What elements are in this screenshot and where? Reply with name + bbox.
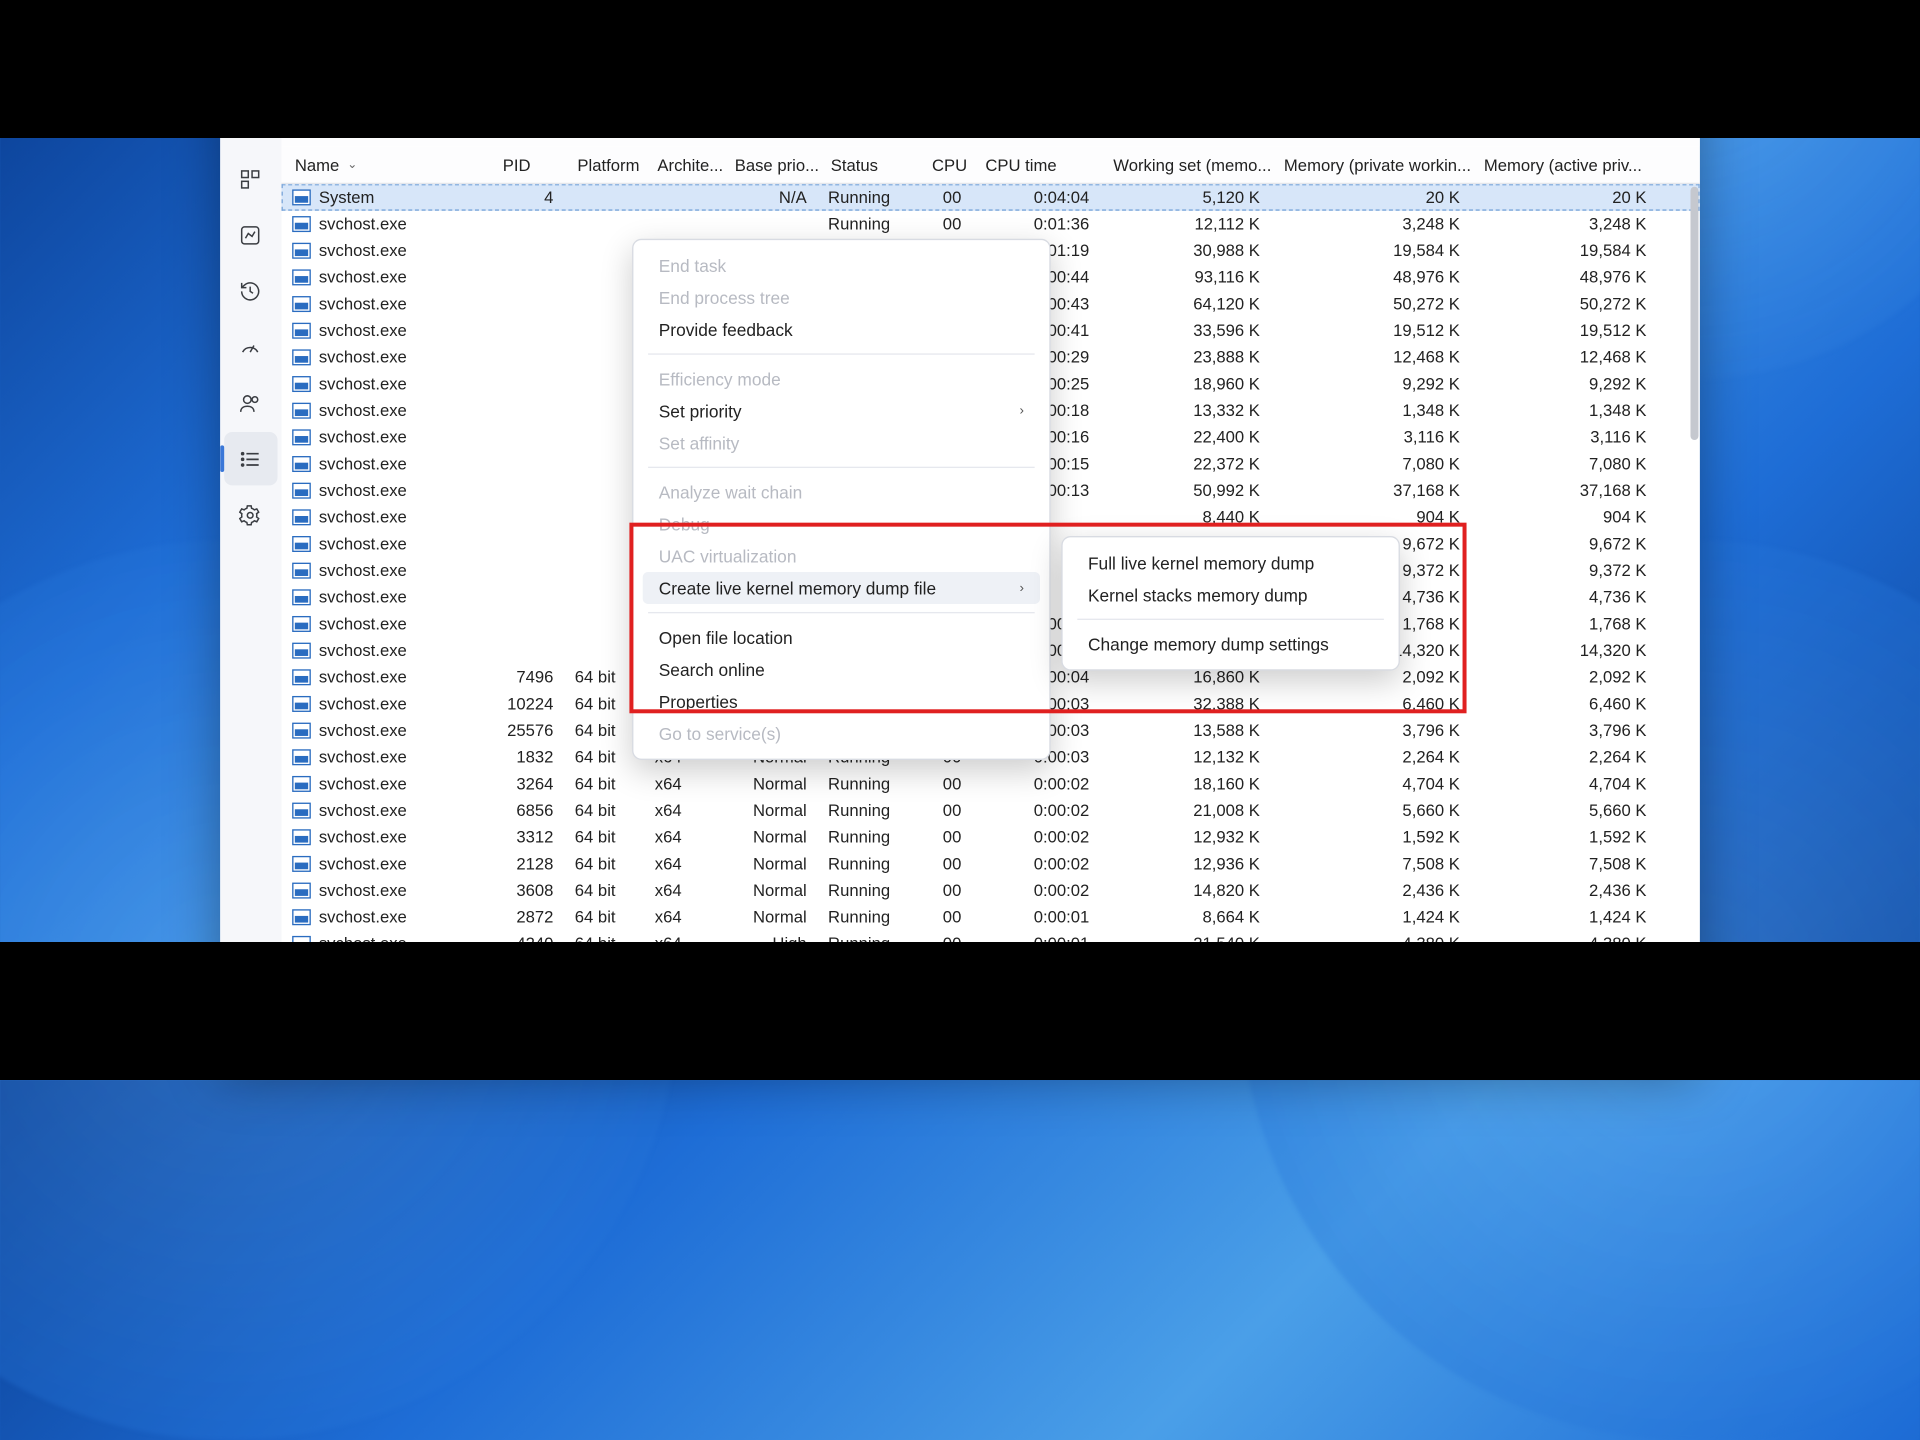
process-icon [292, 403, 311, 419]
separator [648, 353, 1035, 354]
process-icon [292, 589, 311, 605]
col-name[interactable]: Name⌄ [284, 155, 492, 174]
process-icon [292, 563, 311, 579]
ctx-efficiency: Efficiency mode [643, 363, 1040, 395]
nav-processes[interactable] [224, 152, 277, 205]
ctx-set-priority[interactable]: Set priority› [643, 395, 1040, 427]
gear-icon [239, 503, 262, 526]
nav-app-history[interactable] [224, 264, 277, 317]
process-icon [292, 269, 311, 285]
gauge-icon [239, 335, 262, 358]
chevron-right-icon: › [1020, 581, 1024, 596]
sidebar [220, 83, 281, 1061]
col-platform[interactable]: Platform [567, 155, 647, 174]
process-icon [292, 669, 311, 685]
letterbox [0, 942, 1920, 1080]
col-arch[interactable]: Archite... [647, 155, 724, 174]
table-row[interactable]: svchost.exe685664 bitx64NormalRunning000… [282, 797, 1700, 824]
col-base-priority[interactable]: Base prio... [724, 155, 820, 174]
col-cpu[interactable]: CPU [921, 155, 974, 174]
ctx-feedback[interactable]: Provide feedback [643, 313, 1040, 345]
col-status[interactable]: Status [820, 155, 921, 174]
letterbox [0, 0, 1920, 138]
task-manager-window: Task Manager Type a name, publisher, or … [220, 19, 1700, 1061]
ctx-go-to-services: Go to service(s) [643, 717, 1040, 749]
process-icon [292, 909, 311, 925]
table-row[interactable]: svchost.exe287264 bitx64NormalRunning000… [282, 904, 1700, 931]
col-mem-active[interactable]: Memory (active priv... [1473, 155, 1660, 174]
process-icon [292, 296, 311, 312]
context-menu: End task End process tree Provide feedba… [632, 239, 1051, 760]
process-icon [292, 803, 311, 819]
table-row[interactable]: svchost.exe331264 bitx64NormalRunning000… [282, 824, 1700, 851]
process-icon [292, 243, 311, 259]
process-icon [292, 189, 311, 205]
col-pid[interactable]: PID [492, 155, 567, 174]
nav-startup[interactable] [224, 320, 277, 373]
col-working-set[interactable]: Working set (memo... [1103, 155, 1274, 174]
sub-full-dump[interactable]: Full live kernel memory dump [1072, 547, 1389, 579]
nav-services[interactable] [224, 488, 277, 541]
process-icon [292, 509, 311, 525]
grid-icon [239, 167, 262, 190]
nav-performance[interactable] [224, 208, 277, 261]
ctx-search-online[interactable]: Search online [643, 653, 1040, 685]
process-icon [292, 216, 311, 232]
process-icon [292, 723, 311, 739]
process-icon [292, 749, 311, 765]
process-icon [292, 856, 311, 872]
nav-users[interactable] [224, 376, 277, 429]
sub-change-settings[interactable]: Change memory dump settings [1072, 628, 1389, 660]
separator [1077, 619, 1384, 620]
process-icon [292, 483, 311, 499]
separator [648, 612, 1035, 613]
ctx-end-task: End task [643, 249, 1040, 281]
process-icon [292, 349, 311, 365]
chart-icon [239, 223, 262, 246]
process-icon [292, 643, 311, 659]
dump-submenu: Full live kernel memory dump Kernel stac… [1061, 536, 1400, 671]
table-row[interactable]: System4N/ARunning000:04:045,120 K20 K20 … [282, 184, 1700, 211]
vertical-scrollbar[interactable] [1690, 187, 1698, 440]
table-header: Name⌄ PID Platform Archite... Base prio.… [282, 147, 1700, 184]
table-row[interactable]: svchost.exe360864 bitx64NormalRunning000… [282, 877, 1700, 904]
process-icon [292, 883, 311, 899]
chevron-right-icon: › [1020, 403, 1024, 418]
process-icon [292, 616, 311, 632]
col-mem-private[interactable]: Memory (private workin... [1273, 155, 1473, 174]
process-icon [292, 696, 311, 712]
process-icon [292, 376, 311, 392]
ctx-set-affinity: Set affinity [643, 427, 1040, 459]
ctx-properties[interactable]: Properties [643, 685, 1040, 717]
ctx-analyze: Analyze wait chain [643, 476, 1040, 508]
ctx-end-tree: End process tree [643, 281, 1040, 313]
process-icon [292, 776, 311, 792]
users-icon [239, 391, 262, 414]
process-icon [292, 323, 311, 339]
col-cpu-time[interactable]: CPU time [975, 155, 1103, 174]
chevron-down-icon: ⌄ [347, 157, 357, 172]
list-icon [239, 447, 262, 470]
nav-details[interactable] [224, 432, 277, 485]
process-icon [292, 536, 311, 552]
ctx-open-location[interactable]: Open file location [643, 621, 1040, 653]
sub-stacks-dump[interactable]: Kernel stacks memory dump [1072, 579, 1389, 611]
ctx-debug: Debug [643, 508, 1040, 540]
process-icon [292, 429, 311, 445]
separator [648, 467, 1035, 468]
process-icon [292, 829, 311, 845]
table-row[interactable]: svchost.exe326464 bitx64NormalRunning000… [282, 771, 1700, 798]
table-row[interactable]: svchost.exe212864 bitx64NormalRunning000… [282, 851, 1700, 878]
ctx-uac: UAC virtualization [643, 540, 1040, 572]
history-icon [239, 279, 262, 302]
ctx-create-dump[interactable]: Create live kernel memory dump file› [643, 572, 1040, 604]
table-row[interactable]: svchost.exeRunning000:01:3612,112 K3,248… [282, 211, 1700, 238]
process-icon [292, 456, 311, 472]
